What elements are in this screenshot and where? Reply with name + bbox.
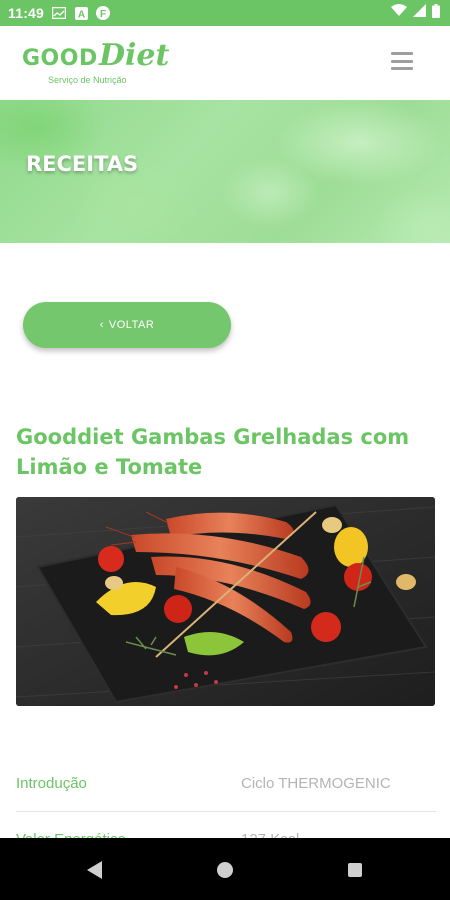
logo-diet-text: Diet: [99, 38, 170, 73]
recipe-image: [16, 497, 435, 706]
grilled-prawns-photo: [16, 497, 435, 706]
status-time: 11:49: [8, 5, 45, 21]
hamburger-menu-icon[interactable]: [391, 52, 413, 70]
app-header: GOOD Diet Serviço de Nutrição: [0, 26, 450, 101]
section-banner: RECEITAS: [0, 100, 450, 243]
status-left: 11:49 A F: [8, 5, 111, 21]
nav-back-icon[interactable]: [87, 861, 103, 879]
image-notification-icon: [52, 6, 67, 20]
svg-text:F: F: [100, 9, 106, 20]
nav-recents-icon[interactable]: [348, 863, 362, 877]
back-button-label: VOLTAR: [108, 319, 155, 331]
logo-good-text: GOOD: [22, 46, 98, 71]
recipe-title: Gooddiet Gambas Grelhadas com Limão e To…: [16, 425, 410, 479]
info-row-introducao: Introdução Ciclo THERMOGENIC: [16, 755, 436, 812]
signal-icon: [413, 4, 426, 22]
gooddiet-logo[interactable]: GOOD Diet Serviço de Nutrição: [22, 38, 182, 88]
wifi-icon: [391, 4, 407, 22]
chevron-left-icon: ‹: [99, 319, 104, 331]
info-label: Introdução: [16, 774, 87, 792]
page-title: RECEITAS: [26, 152, 139, 176]
menu-line: [391, 59, 413, 63]
battery-icon: [432, 3, 440, 23]
a-notification-icon: A: [74, 6, 88, 20]
menu-line: [391, 67, 413, 70]
menu-line: [391, 52, 413, 55]
status-right: [391, 3, 440, 23]
back-button[interactable]: ‹ VOLTAR: [23, 302, 231, 348]
nav-home-icon[interactable]: [217, 862, 233, 878]
svg-text:A: A: [77, 9, 84, 20]
info-value: Ciclo THERMOGENIC: [241, 774, 391, 792]
f-notification-icon: F: [96, 6, 111, 20]
system-nav-bar: [0, 838, 450, 900]
logo-tagline: Serviço de Nutrição: [48, 75, 127, 85]
status-bar: 11:49 A F: [0, 0, 450, 26]
